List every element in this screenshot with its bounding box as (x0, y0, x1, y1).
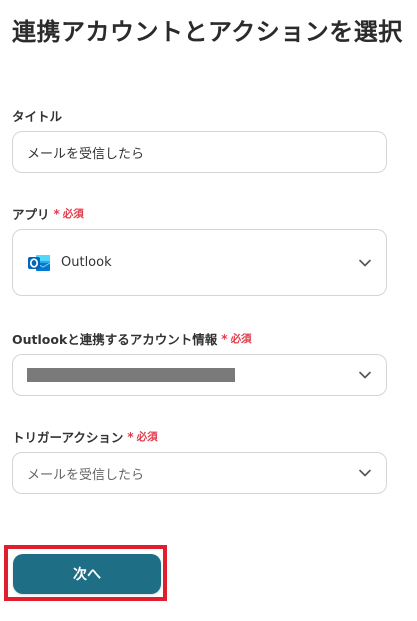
trigger-select-value: メールを受信したら (27, 467, 145, 483)
app-field-label: アプリ * 必須 (12, 204, 84, 223)
account-select[interactable] (12, 354, 387, 396)
required-text: 必須 (136, 431, 158, 443)
required-text: 必須 (62, 208, 84, 220)
trigger-action-select[interactable]: メールを受信したら (12, 452, 387, 494)
title-input[interactable] (12, 131, 387, 173)
trigger-field-label: トリガーアクション * 必須 (12, 427, 158, 446)
required-asterisk: * (53, 206, 60, 221)
required-asterisk: * (221, 331, 228, 346)
page-title: 連携アカウントとアクションを選択 (12, 18, 403, 46)
title-field-label: タイトル (12, 106, 62, 125)
required-asterisk: * (127, 429, 134, 444)
app-label-text: アプリ (12, 207, 50, 222)
required-text: 必須 (230, 333, 252, 345)
account-field-label: Outlookと連携するアカウント情報 * 必須 (12, 329, 252, 348)
next-button[interactable]: 次へ (13, 554, 161, 594)
chevron-down-icon (358, 466, 372, 480)
redacted-account (27, 368, 235, 382)
outlook-icon (27, 251, 51, 275)
chevron-down-icon (358, 368, 372, 382)
app-select-value: Outlook (61, 255, 112, 270)
chevron-down-icon (358, 256, 372, 270)
app-select[interactable]: Outlook (12, 229, 387, 296)
title-label-text: タイトル (12, 109, 63, 124)
trigger-label-text: トリガーアクション (12, 430, 124, 445)
account-label-text: Outlookと連携するアカウント情報 (12, 332, 218, 347)
